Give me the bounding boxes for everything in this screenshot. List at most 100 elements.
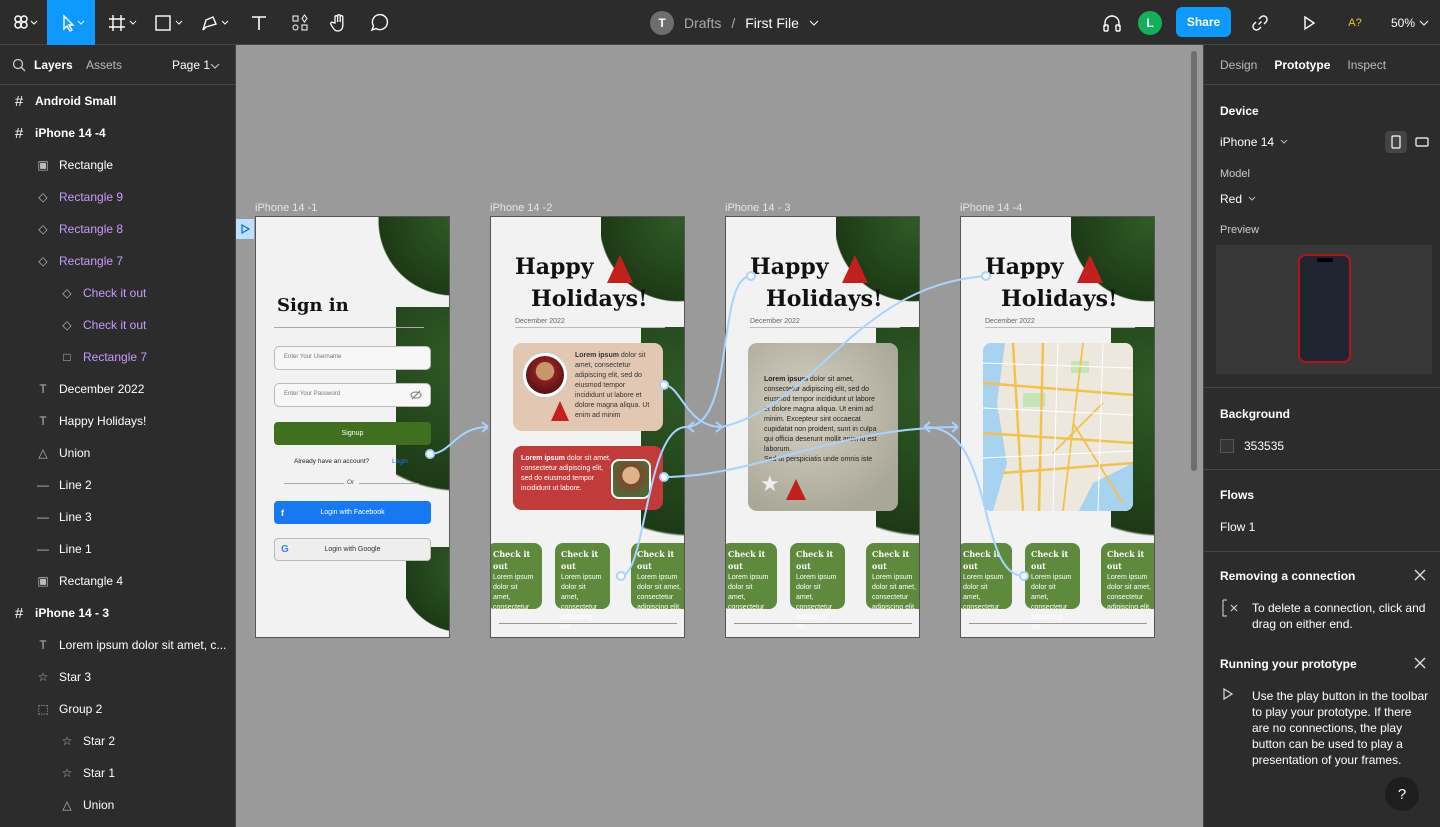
text-tool-button[interactable] <box>246 0 272 45</box>
layer-row[interactable]: — Line 2 <box>0 469 235 501</box>
vertical-scrollbar[interactable] <box>1191 51 1197 471</box>
play-icon <box>1223 688 1234 700</box>
connection-line[interactable] <box>685 275 752 428</box>
user-avatar-letter: L <box>1138 10 1162 35</box>
tab-design[interactable]: Design <box>1220 58 1257 72</box>
layer-row[interactable]: ◇ Rectangle 8 <box>0 213 235 245</box>
comment-tool-button[interactable] <box>366 0 392 45</box>
portrait-icon <box>1391 135 1401 149</box>
layer-row[interactable]: ☆ Star 1 <box>0 757 235 789</box>
missing-fonts-button[interactable]: A? <box>1340 0 1370 45</box>
layer-row[interactable]: ◇ Check it out <box>0 277 235 309</box>
close-icon[interactable] <box>1414 657 1426 669</box>
connection-line[interactable] <box>663 384 723 428</box>
device-section: Device iPhone 14 Model Red Preview <box>1204 85 1440 387</box>
connection-handle[interactable] <box>746 271 756 281</box>
layer-row[interactable]: — Line 3 <box>0 501 235 533</box>
chevron-down-icon[interactable] <box>210 62 220 70</box>
layer-row[interactable]: □ Rectangle 7 <box>0 341 235 373</box>
hand-tool-button[interactable] <box>326 0 352 45</box>
union-icon: △ <box>38 446 48 460</box>
headphones-icon <box>1103 14 1121 32</box>
connection-handle[interactable] <box>1019 571 1029 581</box>
layer-row[interactable]: ◇ Check it out <box>0 309 235 341</box>
layer-label: Union <box>83 798 115 812</box>
close-icon[interactable] <box>1414 569 1426 581</box>
shape-tool-button[interactable] <box>150 0 190 45</box>
background-color-field[interactable]: 353535 <box>1220 439 1284 453</box>
landscape-toggle[interactable] <box>1411 131 1433 153</box>
running-text: Use the play button in the toolbar to pl… <box>1252 689 1429 767</box>
device-title: Device <box>1220 104 1259 118</box>
layer-row[interactable]: T December 2022 <box>0 373 235 405</box>
tab-prototype[interactable]: Prototype <box>1274 58 1330 72</box>
layer-row[interactable]: ◇ Rectangle 7 <box>0 245 235 277</box>
layer-label: iPhone 14 -4 <box>35 126 106 140</box>
layer-row[interactable]: # Android Small <box>0 85 235 117</box>
layer-row[interactable]: # iPhone 14 -4 <box>0 117 235 149</box>
connection-handle[interactable] <box>981 271 991 281</box>
layer-row[interactable]: ◇ Rectangle 9 <box>0 181 235 213</box>
tab-inspect[interactable]: Inspect <box>1347 58 1386 72</box>
layer-row[interactable]: — Line 1 <box>0 533 235 565</box>
text-icon: T <box>39 638 47 652</box>
audio-button[interactable] <box>1098 0 1126 45</box>
move-tool-button[interactable] <box>47 0 95 45</box>
canvas[interactable]: iPhone 14 -1 iPhone 14 -2 iPhone 14 - 3 … <box>236 45 1203 827</box>
resources-button[interactable] <box>287 0 313 45</box>
text-icon: T <box>39 414 47 428</box>
file-name[interactable]: First File <box>745 15 799 31</box>
layer-row[interactable]: # iPhone 14 - 3 <box>0 597 235 629</box>
tab-layers[interactable]: Layers <box>34 58 73 72</box>
layer-row[interactable]: △ Union <box>0 437 235 469</box>
main-menu-button[interactable] <box>0 0 47 45</box>
prototype-connections[interactable] <box>236 45 1203 827</box>
connection-line[interactable] <box>663 426 959 478</box>
layer-row[interactable]: ⬚ Group 2 <box>0 693 235 725</box>
layer-row[interactable]: T Happy Holidays! <box>0 405 235 437</box>
connection-handle[interactable] <box>659 472 669 482</box>
search-icon[interactable] <box>12 58 26 72</box>
device-value: iPhone 14 <box>1220 135 1275 149</box>
chevron-down-icon[interactable] <box>809 19 819 27</box>
frame-tool-button[interactable] <box>104 0 144 45</box>
background-color-value[interactable]: 353535 <box>1244 439 1284 453</box>
line-icon: — <box>37 478 49 492</box>
layer-row[interactable]: ▣ Rectangle 4 <box>0 565 235 597</box>
layers-panel: Layers Assets Page 1 # Android Small # iPho… <box>0 45 236 827</box>
connection-line[interactable] <box>721 275 987 428</box>
zoom-menu[interactable]: 50% <box>1386 0 1434 45</box>
model-select[interactable]: Red <box>1220 192 1256 206</box>
layer-row[interactable]: ☆ Star 2 <box>0 725 235 757</box>
layer-row[interactable]: T Lorem ipsum dolor sit amet, c... <box>0 629 235 661</box>
tab-assets[interactable]: Assets <box>86 58 122 72</box>
copy-link-button[interactable] <box>1246 0 1274 45</box>
connection-line[interactable] <box>925 426 1025 577</box>
device-select[interactable]: iPhone 14 <box>1220 135 1288 149</box>
breadcrumb-drafts[interactable]: Drafts <box>684 15 721 31</box>
pen-tool-button[interactable] <box>196 0 236 45</box>
layer-label: Rectangle 7 <box>59 254 124 268</box>
portrait-toggle[interactable] <box>1385 131 1407 153</box>
model-value: Red <box>1220 192 1243 206</box>
share-button[interactable]: Share <box>1176 7 1231 37</box>
page-selector[interactable]: Page 1 <box>172 58 210 72</box>
layer-row[interactable]: ☆ Star 3 <box>0 661 235 693</box>
connection-line[interactable] <box>429 426 489 455</box>
help-button[interactable]: ? <box>1385 777 1419 811</box>
frame-icon: # <box>14 604 24 622</box>
connection-handle[interactable] <box>425 449 435 459</box>
layer-row[interactable]: ▣ Rectangle <box>0 149 235 181</box>
user-avatar[interactable]: L <box>1138 0 1162 45</box>
present-button[interactable] <box>1296 0 1322 45</box>
team-avatar[interactable]: T <box>650 10 674 35</box>
connection-handle[interactable] <box>659 380 669 390</box>
group-icon: ⬚ <box>37 702 49 716</box>
layer-row[interactable]: △ Union <box>0 789 235 821</box>
connection-handle[interactable] <box>616 571 626 581</box>
connection-line[interactable] <box>620 426 687 577</box>
flow-item[interactable]: Flow 1 <box>1220 520 1255 534</box>
chevron-down-icon <box>1280 139 1288 144</box>
layer-label: Rectangle 7 <box>83 350 148 364</box>
color-swatch[interactable] <box>1220 439 1234 453</box>
